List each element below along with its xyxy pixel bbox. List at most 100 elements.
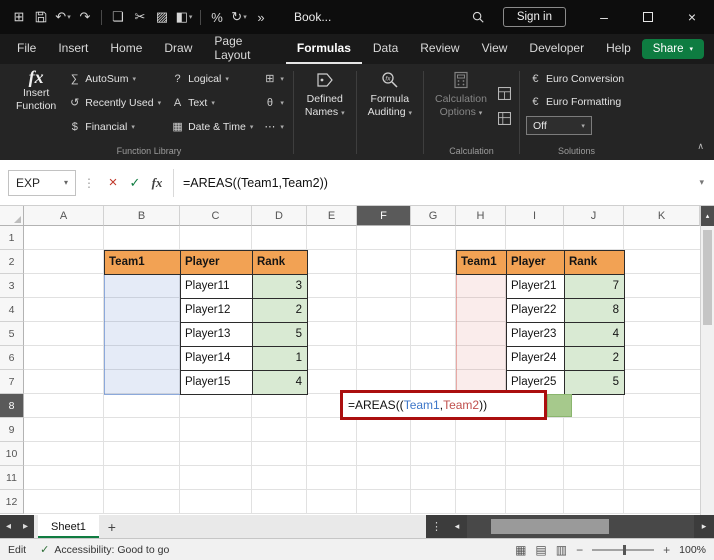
logical-button[interactable]: ? Logical ▾ [168, 67, 256, 90]
tab-data[interactable]: Data [362, 34, 409, 64]
close-button[interactable]: × [670, 0, 714, 34]
date-time-button[interactable]: ▦ Date & Time ▾ [168, 115, 256, 138]
cell-j3[interactable]: 7 [564, 274, 625, 299]
tab-insert[interactable]: Insert [47, 34, 99, 64]
more-functions-button[interactable]: ⋯ ▾ [260, 115, 287, 138]
cell-j7[interactable]: 5 [564, 370, 625, 395]
cell-j6[interactable]: 2 [564, 346, 625, 371]
cell-i2[interactable]: Player [506, 250, 565, 275]
column-header-c[interactable]: C [180, 206, 252, 226]
add-sheet-button[interactable]: + [99, 515, 125, 538]
column-header-i[interactable]: I [506, 206, 564, 226]
column-header-j[interactable]: J [564, 206, 624, 226]
page-layout-view-icon[interactable]: ▤ [535, 543, 546, 557]
cell-j5[interactable]: 4 [564, 322, 625, 347]
format-painter-icon[interactable]: ◧ ▾ [173, 4, 195, 30]
tab-home[interactable]: Home [99, 34, 153, 64]
prev-sheet-icon[interactable]: ◂ [0, 515, 17, 538]
cell-c2[interactable]: Player [180, 250, 253, 275]
autosum-button[interactable]: ∑ AutoSum ▾ [65, 67, 164, 90]
cell-d2[interactable]: Rank [252, 250, 308, 275]
cell-c3[interactable]: Player11 [180, 274, 253, 299]
tab-scroll-splitter[interactable]: ⋮ [426, 515, 447, 538]
next-sheet-icon[interactable]: ▸ [17, 515, 34, 538]
picture-icon[interactable]: ▨ [151, 4, 173, 30]
sheet-tab-sheet1[interactable]: Sheet1 [38, 515, 99, 538]
financial-button[interactable]: $ Financial ▾ [65, 115, 164, 138]
tab-developer[interactable]: Developer [518, 34, 595, 64]
row-header-1[interactable]: 1 [0, 226, 24, 250]
active-cell-formula-editor[interactable]: =AREAS((Team1, Team2)) [340, 390, 547, 420]
cell-i6[interactable]: Player24 [506, 346, 565, 371]
vertical-scroll-thumb[interactable] [703, 230, 712, 325]
row-header-6[interactable]: 6 [0, 346, 24, 370]
column-header-d[interactable]: D [252, 206, 307, 226]
zoom-in-icon[interactable]: + [663, 543, 670, 557]
calculation-options-button[interactable]: Calculation Options ▾ [430, 67, 492, 144]
cell-j4[interactable]: 8 [564, 298, 625, 323]
cell-d4[interactable]: 2 [252, 298, 308, 323]
euro-conversion-button[interactable]: € Euro Conversion [526, 67, 627, 90]
cell-d6[interactable]: 1 [252, 346, 308, 371]
row-header-4[interactable]: 4 [0, 298, 24, 322]
cancel-button[interactable]: × [102, 170, 124, 196]
maximize-button[interactable] [626, 0, 670, 34]
zoom-slider[interactable] [592, 544, 655, 555]
share-button[interactable]: Share ▾ [641, 39, 704, 59]
math-trig-button[interactable]: θ ▾ [260, 91, 287, 114]
cut-icon[interactable]: ✂ [129, 4, 151, 30]
zoom-slider-thumb[interactable] [623, 544, 627, 555]
text-button[interactable]: A Text ▾ [168, 91, 256, 114]
refresh-icon[interactable]: ↻ ▾ [228, 4, 250, 30]
formula-auditing-button[interactable]: fx Formula Auditing ▾ [363, 67, 417, 160]
row-header-3[interactable]: 3 [0, 274, 24, 298]
cell-c7[interactable]: Player15 [180, 370, 253, 395]
euro-formatting-button[interactable]: € Euro Formatting [526, 90, 627, 113]
cell-i4[interactable]: Player22 [506, 298, 565, 323]
row-header-5[interactable]: 5 [0, 322, 24, 346]
defined-names-button[interactable]: Defined Names ▾ [300, 67, 350, 160]
row-header-9[interactable]: 9 [0, 418, 24, 442]
name-box[interactable]: EXP ▾ [8, 169, 76, 196]
minimize-button[interactable]: – [582, 0, 626, 34]
tab-help[interactable]: Help [595, 34, 642, 64]
row-header-12[interactable]: 12 [0, 490, 24, 514]
calculate-now-icon[interactable] [496, 85, 513, 102]
save-icon[interactable] [30, 4, 52, 30]
tab-view[interactable]: View [471, 34, 519, 64]
tab-draw[interactable]: Draw [153, 34, 203, 64]
cell-i3[interactable]: Player21 [506, 274, 565, 299]
undo-icon[interactable]: ↶ ▾ [52, 4, 74, 30]
horizontal-scrollbar[interactable]: ◂ ▸ [447, 515, 714, 538]
row-header-8[interactable]: 8 [0, 394, 24, 418]
percent-icon[interactable]: % [206, 4, 228, 30]
horizontal-scroll-thumb[interactable] [491, 519, 609, 534]
zoom-level[interactable]: 100% [679, 544, 706, 556]
column-header-k[interactable]: K [624, 206, 700, 226]
column-header-a[interactable]: A [24, 206, 104, 226]
tab-file[interactable]: File [6, 34, 47, 64]
row-header-2[interactable]: 2 [0, 250, 24, 274]
vertical-scrollbar[interactable]: ▴ [700, 206, 714, 515]
scroll-up-icon[interactable]: ▴ [701, 206, 714, 226]
cell-d7[interactable]: 4 [252, 370, 308, 395]
normal-view-icon[interactable]: ▦ [515, 543, 526, 557]
insert-function-icon[interactable]: fx [146, 170, 168, 196]
row-header-11[interactable]: 11 [0, 466, 24, 490]
more-commands-icon[interactable]: » [250, 4, 272, 30]
column-header-h[interactable]: H [456, 206, 506, 226]
excel-logo-icon[interactable]: ⊞ [8, 4, 30, 30]
cell-b2[interactable]: Team1 [104, 250, 181, 275]
column-header-e[interactable]: E [307, 206, 357, 226]
euro-off-dropdown[interactable]: Off ▾ [525, 116, 592, 135]
column-header-g[interactable]: G [411, 206, 456, 226]
row-header-7[interactable]: 7 [0, 370, 24, 394]
cell-i5[interactable]: Player23 [506, 322, 565, 347]
scroll-left-icon[interactable]: ◂ [447, 521, 467, 532]
page-break-preview-icon[interactable]: ▥ [556, 543, 567, 557]
column-header-b[interactable]: B [104, 206, 180, 226]
cell-h2[interactable]: Team1 [456, 250, 507, 275]
cell-d3[interactable]: 3 [252, 274, 308, 299]
calculate-sheet-icon[interactable] [496, 110, 513, 127]
column-header-f[interactable]: F [357, 206, 411, 226]
